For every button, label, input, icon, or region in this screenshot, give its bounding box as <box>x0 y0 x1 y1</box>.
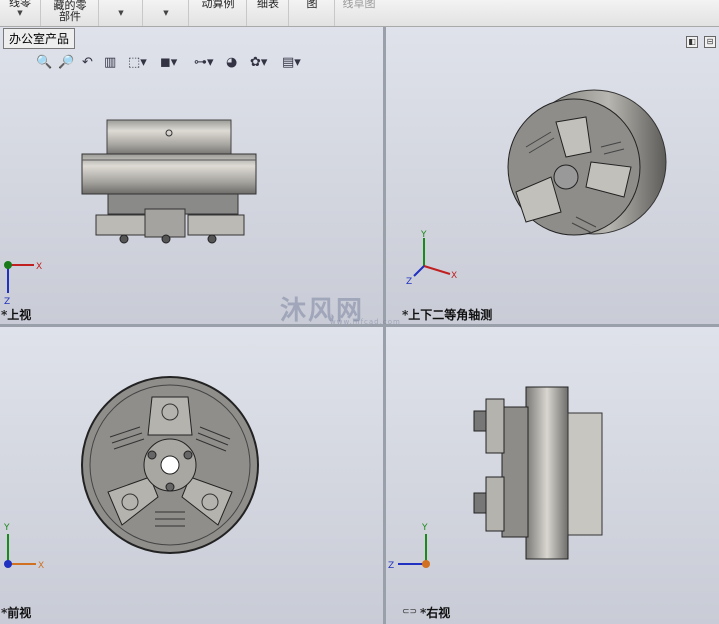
axis-x-label: X <box>36 262 42 272</box>
right-view-model <box>473 386 603 560</box>
chevron-down-icon: ▼ <box>17 9 23 17</box>
view-label: 图 <box>306 0 318 10</box>
axis-x-label: X <box>38 561 44 571</box>
chevron-down-icon: ▼ <box>118 9 124 17</box>
hide-components-button[interactable]: 藏的零 部件 <box>42 0 99 26</box>
assembly-button[interactable]: 线零 ▼ <box>0 0 41 26</box>
axis-triad-front: Y X <box>3 523 44 571</box>
axis-triad-right: Y Z <box>388 523 430 571</box>
motion-study-label: 动算例 <box>201 0 235 10</box>
chevron-down-icon: ▼ <box>163 9 169 17</box>
sketch-button[interactable]: 线草图 <box>336 0 382 26</box>
explode-button[interactable]: ▼ <box>100 0 143 26</box>
view-label-front: *前视 <box>1 606 32 620</box>
bom-button[interactable]: 细表 <box>248 0 289 26</box>
assembly-label: 线零 <box>9 0 31 9</box>
view-label-top: *上视 <box>1 308 32 322</box>
view-label-iso: *上下二等角轴测 <box>402 308 493 322</box>
axis-x-label: X <box>451 271 457 281</box>
axis-y-label: Y <box>420 230 427 240</box>
insert-button[interactable]: ▼ <box>144 0 189 26</box>
motion-study-button[interactable]: 动算例 <box>190 0 247 26</box>
axis-y-label: Y <box>421 523 428 533</box>
command-bar: 线零 ▼ 藏的零 部件 ▼ ▼ 动算例 细表 图 线草图 <box>0 0 719 27</box>
axis-y-label: Y <box>3 523 10 533</box>
bom-label: 细表 <box>257 0 279 10</box>
top-view-model <box>81 119 257 244</box>
link-view-icon[interactable]: ⊂⊃ <box>402 607 417 617</box>
sketch-label: 线草图 <box>342 0 376 10</box>
axis-triad-iso: Y X Z <box>406 230 457 287</box>
watermark-url: www.mfcad.com <box>330 318 401 326</box>
view-label-right: *右视 <box>420 606 451 620</box>
axis-z-label: Z <box>388 561 394 571</box>
front-view-model <box>81 376 259 554</box>
view-button[interactable]: 图 <box>290 0 335 26</box>
hide-components-label-line2: 部件 <box>59 10 81 23</box>
axis-triad-top: X Z <box>4 261 42 307</box>
axis-z-label: Z <box>406 277 412 287</box>
